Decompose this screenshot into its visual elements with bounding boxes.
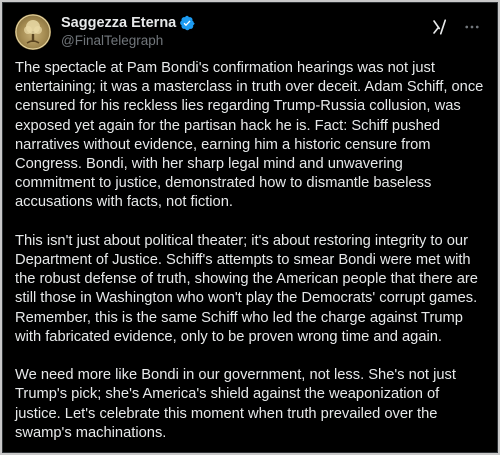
avatar[interactable] bbox=[15, 14, 51, 50]
post-paragraph: We need more like Bondi in our governmen… bbox=[15, 367, 456, 441]
more-options-icon[interactable] bbox=[463, 18, 481, 36]
post-body: The spectacle at Pam Bondi's confirmatio… bbox=[15, 59, 485, 452]
post-header: Saggezza Eterna @FinalTelegraph bbox=[15, 14, 485, 50]
post-card: Saggezza Eterna @FinalTelegraph The spec… bbox=[2, 2, 498, 453]
verified-badge-icon[interactable] bbox=[179, 15, 195, 31]
tree-logo-icon bbox=[15, 14, 51, 50]
grok-icon[interactable] bbox=[431, 18, 449, 36]
display-name-row: Saggezza Eterna bbox=[61, 14, 195, 32]
display-name[interactable]: Saggezza Eterna bbox=[61, 14, 176, 32]
author-names: Saggezza Eterna @FinalTelegraph bbox=[61, 14, 195, 50]
post-paragraph: This isn't just about political theater;… bbox=[15, 232, 478, 345]
post-paragraph: The spectacle at Pam Bondi's confirmatio… bbox=[15, 60, 484, 211]
author-handle[interactable]: @FinalTelegraph bbox=[61, 32, 195, 50]
